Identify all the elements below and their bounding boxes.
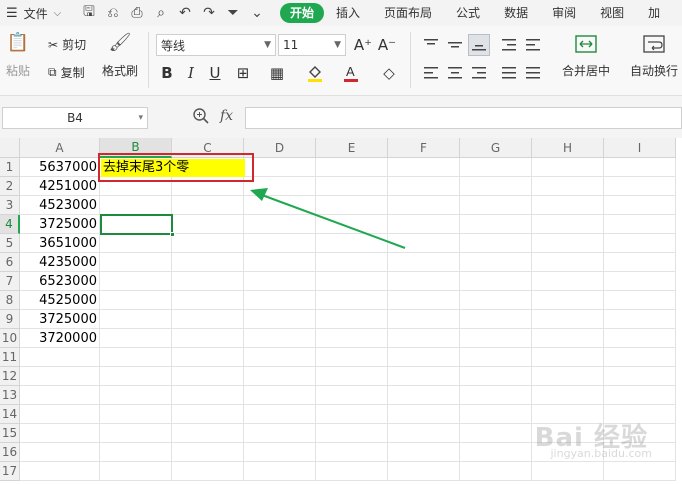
indent-icon [526,39,540,51]
format-painter-icon[interactable]: ⎌ [102,3,124,23]
align-top-icon [424,39,438,45]
print-preview-icon[interactable]: ⌕ [150,3,172,23]
font-color-button[interactable]: A [340,62,362,84]
decrease-indent-button[interactable] [498,34,520,56]
align-center-button[interactable] [444,62,466,84]
menu-bar: ☰ 文件 ⌵ 🖫 ⎌ ⎙ ⌕ ↶ ↷ ⏷ ⌄ 开始 插入 页面布局 公式 数据 … [0,0,682,26]
cut-label: 剪切 [62,38,87,52]
tab-page-layout[interactable]: 页面布局 [372,3,444,23]
paste-button[interactable]: 📋 粘贴 [6,32,30,79]
ribbon: 📋 粘贴 ✂ 剪切 ⧉ 复制 🖌 格式刷 等线 ▼ 11 ▼ A⁺ A⁻ B I… [0,26,682,96]
ribbon-divider [410,32,411,88]
italic-button[interactable]: I [180,62,202,84]
clipboard-icon: 📋 [6,32,30,53]
wrap-text-button[interactable]: 自动换行 [630,34,678,79]
font-size-select[interactable]: 11 ▼ [278,34,346,56]
align-middle-icon [448,42,462,48]
borders-button[interactable]: ⊞ [232,62,254,84]
paste-label: 粘贴 [6,64,31,78]
save-icon[interactable]: 🖫 [78,3,100,23]
increase-font-button[interactable]: A⁺ [352,34,374,56]
clear-button[interactable]: ◇ [378,62,400,84]
file-menu-label: 文件 [23,6,48,21]
font-name-value: 等线 [161,38,186,53]
redo-icon[interactable]: ↷ [198,3,220,23]
align-left-button[interactable] [420,62,442,84]
increase-indent-button[interactable] [522,34,544,56]
underline-button[interactable]: U [204,62,226,84]
eraser-icon: ◇ [383,64,395,82]
distributed-icon [526,67,540,79]
outdent-icon [502,39,516,51]
align-bottom-icon [472,45,486,51]
format-painter-label: 格式刷 [102,64,139,78]
tab-data[interactable]: 数据 [492,3,540,23]
quick-access-toolbar: 🖫 ⎌ ⎙ ⌕ ↶ ↷ ⏷ ⌄ [78,3,268,23]
svg-text:A: A [346,64,355,79]
print-icon[interactable]: ⎙ [126,3,148,23]
align-left-icon [424,67,438,79]
copy-label: 复制 [60,66,85,80]
tab-view[interactable]: 视图 [588,3,636,23]
font-color-icon: A [344,64,358,82]
scissors-icon: ✂ [48,37,59,52]
more-icon[interactable]: ⌄ [246,3,268,23]
brush-icon: 🖌 [108,32,132,53]
ribbon-divider [148,32,149,88]
align-right-icon [472,67,486,79]
cell-style-icon: ▦ [269,64,285,82]
chevron-down-icon: ▾ [138,113,143,123]
chevron-down-icon: ▼ [334,40,341,50]
chevron-down-icon: ⌵ [53,7,62,19]
align-right-button[interactable] [468,62,490,84]
hamburger-icon: ☰ [6,5,18,21]
tab-insert[interactable]: 插入 [324,3,372,23]
copy-icon: ⧉ [48,65,57,79]
formula-input[interactable] [245,107,682,129]
fill-color-button[interactable] [304,62,326,84]
insert-function-button[interactable]: fx [220,108,233,124]
watermark: Bai 经验 jingyan.baidu.com [535,417,652,460]
formula-tools: fx [192,107,233,125]
tab-review[interactable]: 审阅 [540,3,588,23]
fill-bucket-icon [308,66,322,82]
justify-icon [502,67,516,79]
chevron-down-icon: ▼ [264,40,271,50]
bold-button[interactable]: B [156,62,178,84]
copy-button[interactable]: ⧉ 复制 [48,64,85,81]
merge-cells-icon [575,35,597,53]
format-painter-button[interactable]: 🖌 格式刷 [102,32,138,79]
decrease-font-button[interactable]: A⁻ [376,34,398,56]
distributed-button[interactable] [522,62,544,84]
zoom-formula-icon[interactable] [192,107,210,125]
align-middle-button[interactable] [444,34,466,56]
merge-center-button[interactable]: 合并居中 [562,34,610,79]
ribbon-tabs: 开始 插入 页面布局 公式 数据 审阅 视图 加 [280,3,672,23]
cell-style-button[interactable]: ▦ [266,62,288,84]
undo-icon[interactable]: ↶ [174,3,196,23]
font-size-value: 11 [283,38,299,52]
cut-button[interactable]: ✂ 剪切 [48,36,86,53]
watermark-subtext: jingyan.baidu.com [550,447,652,460]
font-name-select[interactable]: 等线 ▼ [156,34,276,56]
align-top-button[interactable] [420,34,442,56]
wrap-text-label: 自动换行 [630,64,679,78]
formula-bar: B4 ▾ fx [0,96,682,138]
worksheet-grid[interactable]: ABCDEFGHI 1 2 3 4 5 6 7 8 9 10 11 12 13 14 15 16 17 5637… [0,138,682,484]
name-box[interactable]: B4 ▾ [2,107,148,129]
tab-formulas[interactable]: 公式 [444,3,492,23]
merge-center-label: 合并居中 [562,64,611,78]
tab-home[interactable]: 开始 [280,3,325,23]
tab-more[interactable]: 加 [636,3,672,23]
align-bottom-button[interactable] [468,34,490,56]
name-box-value: B4 [67,111,83,125]
filter-icon[interactable]: ⏷ [222,3,244,23]
align-center-icon [448,67,462,79]
spreadsheet-window: ☰ 文件 ⌵ 🖫 ⎌ ⎙ ⌕ ↶ ↷ ⏷ ⌄ 开始 插入 页面布局 公式 数据 … [0,0,682,484]
wrap-text-icon [643,35,665,53]
file-menu[interactable]: ☰ 文件 ⌵ [0,5,78,22]
justify-button[interactable] [498,62,520,84]
border-icon: ⊞ [236,64,250,82]
